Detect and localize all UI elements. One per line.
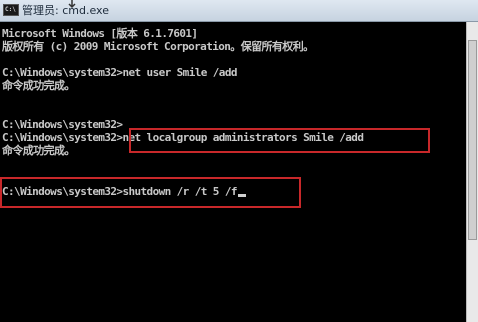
console-line: 命令成功完成。 (2, 79, 75, 92)
highlight-box-localgroup (129, 128, 430, 153)
console-line: C:\Windows\system32>net user Smile /add (2, 66, 237, 79)
vertical-scrollbar[interactable] (466, 22, 478, 322)
cmd-icon: C:\ (3, 4, 19, 16)
console-line: C:\Windows\system32> (2, 118, 123, 131)
console-line: Microsoft Windows [版本 6.1.7601] (2, 27, 198, 40)
console-line: 命令成功完成。 (2, 144, 75, 157)
scrollbar-thumb[interactable] (468, 40, 477, 240)
console-line: 版权所有 (c) 2009 Microsoft Corporation。保留所有… (2, 40, 314, 53)
cmd-window: C:\ 管理员: cmd.exe Microsoft Windows [版本 6… (0, 0, 478, 322)
console-output[interactable]: Microsoft Windows [版本 6.1.7601] 版权所有 (c)… (0, 22, 466, 322)
mouse-cursor-icon (68, 0, 76, 9)
highlight-box-shutdown (0, 177, 301, 208)
title-bar[interactable]: C:\ 管理员: cmd.exe (0, 0, 478, 22)
